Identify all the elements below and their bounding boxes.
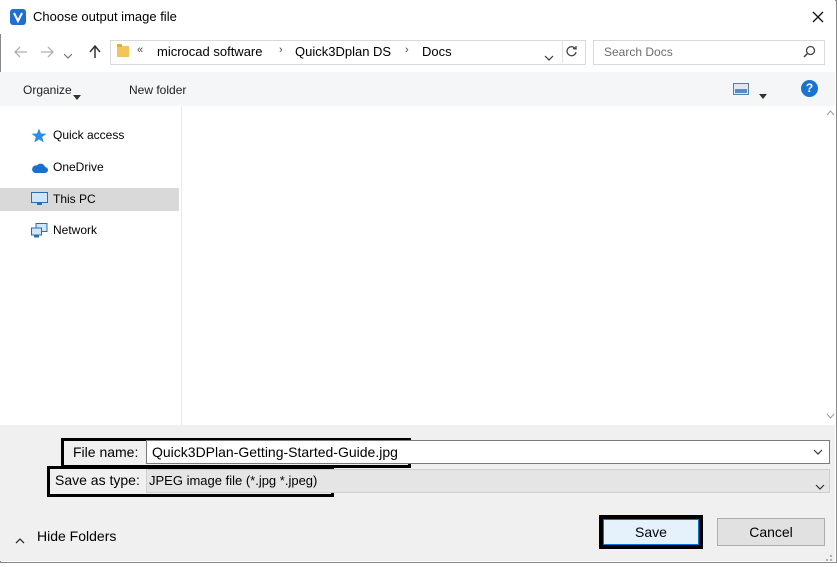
file-name-value[interactable]: Quick3DPlan-Getting-Started-Guide.jpg [152, 444, 398, 460]
folder-icon [117, 44, 129, 57]
nav-item-network[interactable]: Network [0, 219, 179, 242]
file-list-scrollbar[interactable] [826, 106, 835, 425]
save-button[interactable]: Save [603, 519, 699, 545]
breadcrumb-separator-icon[interactable]: › [405, 44, 409, 56]
help-button[interactable]: ? [801, 80, 818, 97]
breadcrumb-microcad-software[interactable]: microcad software [157, 44, 262, 59]
nav-item-onedrive[interactable]: OneDrive [0, 156, 179, 179]
breadcrumb-separator-icon[interactable]: › [279, 44, 283, 56]
resize-grip-icon[interactable] [823, 549, 833, 567]
view-options-icon[interactable] [733, 82, 749, 100]
window-title: Choose output image file [33, 9, 177, 24]
back-button[interactable] [12, 42, 30, 62]
close-button[interactable] [806, 5, 830, 29]
hide-folders-chevron-icon[interactable] [15, 531, 25, 549]
nav-item-label: This PC [53, 192, 96, 206]
command-toolbar [0, 72, 835, 106]
address-dropdown-chevron-icon[interactable] [544, 48, 554, 66]
nav-item-quick-access[interactable]: Quick access [0, 124, 179, 147]
file-name-label: File name: [73, 444, 139, 460]
cancel-button[interactable]: Cancel [717, 518, 825, 546]
save-type-dropdown-chevron-icon[interactable] [815, 477, 825, 495]
new-folder-button[interactable]: New folder [129, 83, 186, 97]
view-dropdown-icon[interactable] [759, 86, 767, 104]
breadcrumb-quick3dplan-ds[interactable]: Quick3Dplan DS [295, 44, 391, 59]
nav-item-label: OneDrive [53, 160, 104, 174]
nav-item-label: Network [53, 223, 98, 237]
nav-item-label: Quick access [53, 128, 125, 142]
address-overflow-icon[interactable]: « [137, 44, 143, 56]
cloud-icon [31, 160, 48, 174]
hide-folders-button[interactable]: Hide Folders [37, 528, 116, 544]
recent-locations-chevron-icon[interactable] [63, 46, 73, 64]
network-icon [31, 223, 48, 238]
app-icon [10, 9, 26, 25]
star-icon [31, 128, 48, 143]
refresh-icon[interactable] [565, 45, 578, 63]
navigation-pane [0, 106, 182, 425]
save-type-label: Save as type: [55, 472, 140, 488]
file-name-dropdown[interactable] [809, 441, 827, 461]
search-input[interactable]: Search Docs [604, 45, 673, 59]
nav-item-this-pc[interactable]: This PC [0, 188, 179, 211]
save-type-value[interactable]: JPEG image file (*.jpg *.jpeg) [149, 473, 317, 488]
up-button[interactable] [86, 42, 104, 62]
organize-button[interactable]: Organize [23, 83, 72, 97]
file-list-area[interactable] [182, 106, 826, 425]
organize-dropdown-icon[interactable] [73, 87, 81, 105]
search-icon[interactable] [803, 45, 816, 63]
address-divider [562, 41, 563, 63]
monitor-icon [31, 192, 48, 206]
breadcrumb-docs[interactable]: Docs [422, 44, 452, 59]
forward-button[interactable] [38, 42, 56, 62]
